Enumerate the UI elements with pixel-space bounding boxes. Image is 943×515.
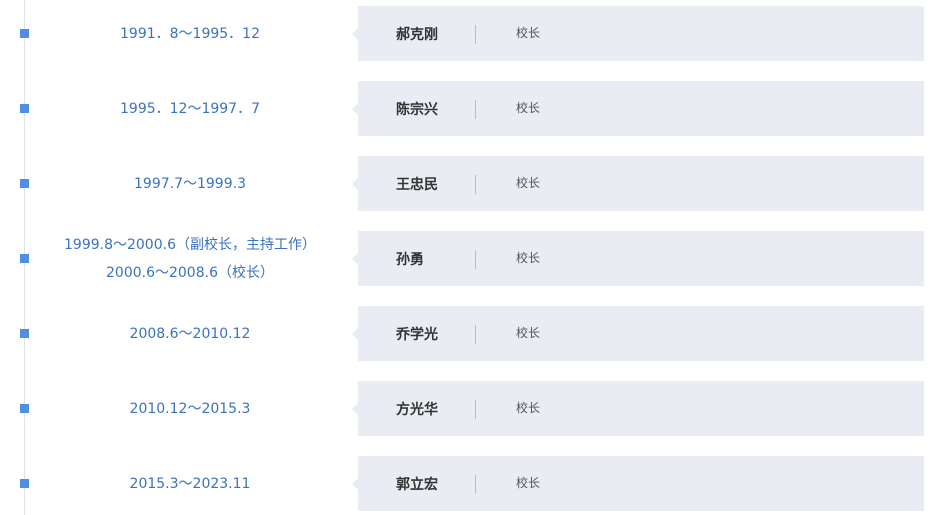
term-period: 2008.6～2010.12 <box>129 325 251 342</box>
card-divider <box>475 25 476 44</box>
timeline-entry: 1999.8～2000.6（副校长，主持工作） 2000.6～2008.6（校长… <box>0 231 943 286</box>
timeline-entry: 1997.7～1999.3 王忠民 校长 <box>0 156 943 211</box>
person-name: 陈宗兴 <box>396 102 438 118</box>
card-pointer-icon <box>352 28 358 40</box>
term-period: 2015.3～2023.11 <box>129 475 251 492</box>
timeline-marker <box>20 479 29 488</box>
card-divider <box>475 325 476 344</box>
term-period: 1999.8～2000.6（副校长，主持工作） 2000.6～2008.6（校长… <box>64 236 316 281</box>
person-name: 乔学光 <box>396 327 438 343</box>
person-title: 校长 <box>516 176 541 190</box>
timeline-entry: 2010.12～2015.3 方光华 校长 <box>0 381 943 436</box>
person-name: 郝克刚 <box>396 27 438 43</box>
card-pointer-icon <box>352 178 358 190</box>
card-divider <box>475 100 476 119</box>
timeline-marker <box>20 404 29 413</box>
person-card: 王忠民 校长 <box>352 156 924 211</box>
card-pointer-icon <box>352 253 358 265</box>
timeline-marker <box>20 179 29 188</box>
timeline-marker <box>20 104 29 113</box>
person-card: 乔学光 校长 <box>352 306 924 361</box>
term-period: 1991．8～1995．12 <box>120 25 260 42</box>
timeline-entry: 1995．12～1997．7 陈宗兴 校长 <box>0 81 943 136</box>
person-name: 孙勇 <box>396 252 424 268</box>
timeline-entry: 2008.6～2010.12 乔学光 校长 <box>0 306 943 361</box>
person-name: 郭立宏 <box>396 477 438 493</box>
term-period: 1997.7～1999.3 <box>134 175 246 192</box>
person-name: 方光华 <box>396 402 438 418</box>
person-card: 陈宗兴 校长 <box>352 81 924 136</box>
timeline-entry: 1991．8～1995．12 郝克刚 校长 <box>0 6 943 61</box>
timeline-marker <box>20 29 29 38</box>
card-pointer-icon <box>352 328 358 340</box>
timeline-marker <box>20 329 29 338</box>
term-period: 2010.12～2015.3 <box>129 400 251 417</box>
card-pointer-icon <box>352 478 358 490</box>
timeline-entry: 2015.3～2023.11 郭立宏 校长 <box>0 456 943 511</box>
person-card: 郝克刚 校长 <box>352 6 924 61</box>
person-card: 孙勇 校长 <box>352 231 924 286</box>
person-card: 方光华 校长 <box>352 381 924 436</box>
person-title: 校长 <box>516 326 541 340</box>
person-title: 校长 <box>516 251 541 265</box>
card-pointer-icon <box>352 103 358 115</box>
card-divider <box>475 250 476 269</box>
card-divider <box>475 475 476 494</box>
person-name: 王忠民 <box>396 177 438 193</box>
person-title: 校长 <box>516 476 541 490</box>
card-divider <box>475 175 476 194</box>
person-title: 校长 <box>516 401 541 415</box>
person-title: 校长 <box>516 26 541 40</box>
person-card: 郭立宏 校长 <box>352 456 924 511</box>
person-title: 校长 <box>516 101 541 115</box>
card-pointer-icon <box>352 403 358 415</box>
timeline-marker <box>20 254 29 263</box>
card-divider <box>475 400 476 419</box>
term-period: 1995．12～1997．7 <box>120 100 260 117</box>
president-timeline: 1991．8～1995．12 郝克刚 校长 1995．12～1997．7 陈宗兴… <box>0 0 943 515</box>
